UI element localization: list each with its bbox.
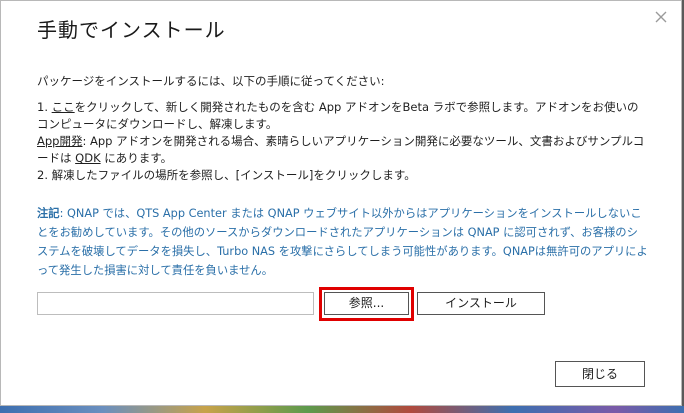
app-dev-line: App開発: App アドオンを開発される場合、素晴らしいアプリケーション開発に… [37,133,649,167]
close-icon[interactable] [653,9,669,25]
note-text: 注記: QNAP では、QTS App Center または QNAP ウェブサ… [37,204,649,280]
step-1-text: をクリックして、新しく開発されたものを含む App アドオンをBeta ラボで参… [37,100,639,131]
note-body: : QNAP では、QTS App Center または QNAP ウェブサイト… [37,207,648,277]
here-link[interactable]: ここ [52,100,75,114]
app-dev-text-end: にあります。 [100,151,173,165]
step-2: 2. 解凍したファイルの場所を参照し、[インストール]をクリックします。 [37,168,416,182]
qdk-link[interactable]: QDK [75,151,100,165]
close-button[interactable]: 閉じる [555,361,645,387]
app-dev-link[interactable]: App開発 [37,134,82,148]
dialog-title: 手動でインストール [37,18,226,42]
background-strip [0,406,684,413]
manual-install-dialog: 手動でインストール パッケージをインストールするには、以下の手順に従ってください… [0,0,682,406]
browse-button[interactable]: 参照... [324,292,409,315]
note-label: 注記 [37,207,60,220]
step-1: 1. ここをクリックして、新しく開発されたものを含む App アドオンをBeta… [37,99,649,133]
install-steps: 1. ここをクリックして、新しく開発されたものを含む App アドオンをBeta… [37,99,649,184]
install-button[interactable]: インストール [417,292,545,315]
file-path-input[interactable] [37,292,314,315]
step-1-prefix: 1. [37,100,52,114]
intro-text: パッケージをインストールするには、以下の手順に従ってください: [37,74,385,88]
